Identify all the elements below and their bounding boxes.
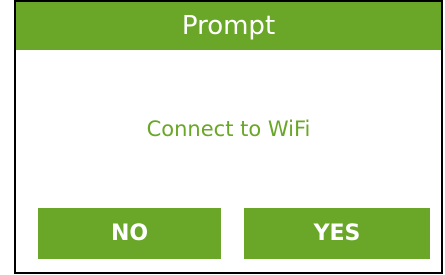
yes-button[interactable]: YES [244, 208, 430, 259]
prompt-dialog: Prompt Connect to WiFi NO YES [14, 0, 443, 274]
dialog-title: Prompt [16, 2, 441, 50]
dialog-message: Connect to WiFi [146, 117, 311, 141]
no-button[interactable]: NO [38, 208, 221, 259]
